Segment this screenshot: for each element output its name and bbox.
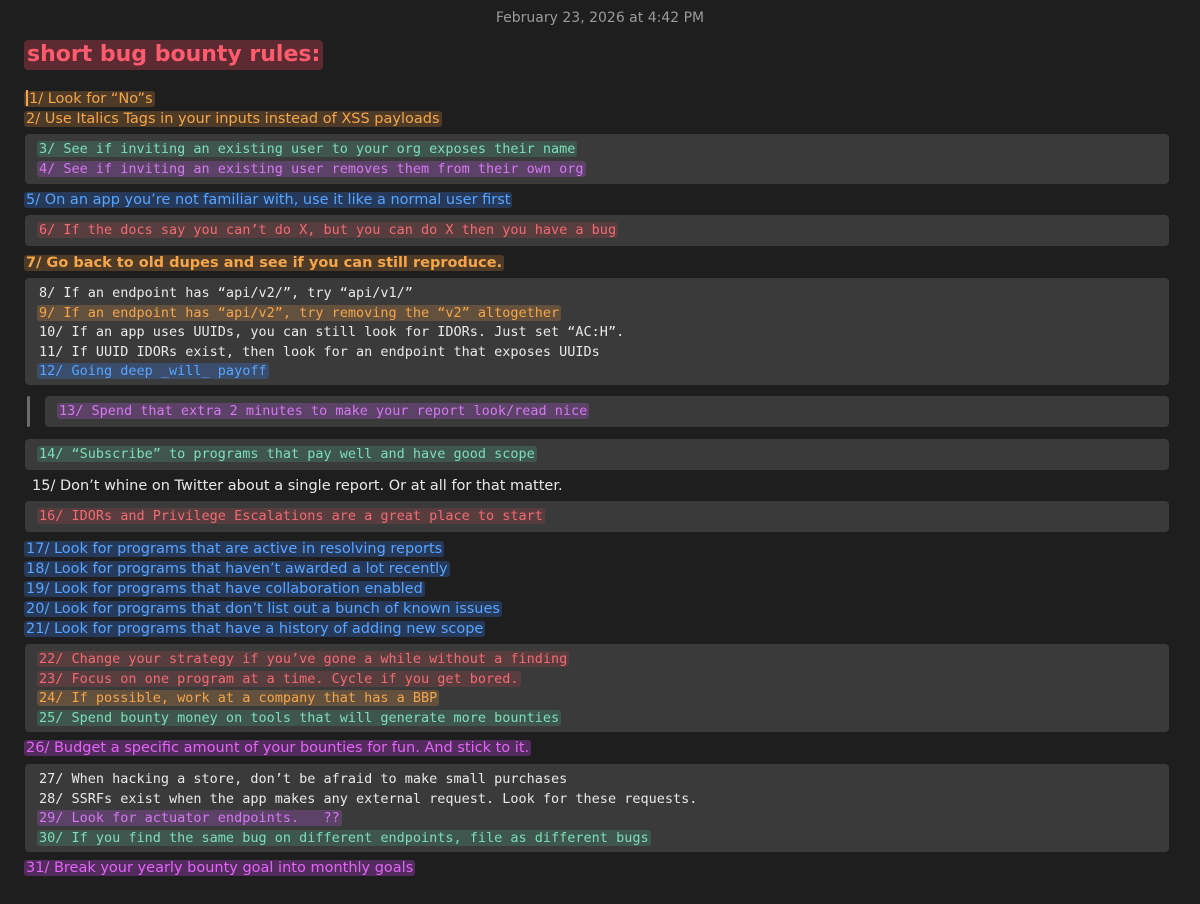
code-block-7[interactable]: 22/ Change your strategy if you’ve gone …: [25, 644, 1169, 732]
line-text: 15/ Don’t whine on Twitter about a singl…: [32, 478, 563, 494]
code-block-1[interactable]: 3/ See if inviting an existing user to y…: [25, 134, 1169, 184]
note-line-2[interactable]: 2/ Use Italics Tags in your inputs inste…: [24, 109, 442, 129]
code-line-30: 30/ If you find the same bug on differen…: [37, 829, 651, 846]
code-block-4[interactable]: 13/ Spend that extra 2 minutes to make y…: [45, 396, 1169, 427]
line-text: 17/ Look for programs that are active in…: [24, 541, 445, 557]
note-line-17[interactable]: 17/ Look for programs that are active in…: [24, 539, 445, 559]
note-line-21[interactable]: 21/ Look for programs that have a histor…: [24, 619, 486, 639]
note-line-15[interactable]: 15/ Don’t whine on Twitter about a singl…: [30, 476, 565, 496]
code-line-6: 6/ If the docs say you can’t do X, but y…: [37, 222, 619, 238]
code-line-3: 3/ See if inviting an existing user to y…: [37, 141, 578, 157]
note-line-1[interactable]: 1/ Look for “No”s: [24, 89, 155, 109]
code-line-4: 4/ See if inviting an existing user remo…: [37, 160, 586, 177]
code-line-25: 25/ Spend bounty money on tools that wil…: [37, 709, 562, 726]
code-line-24: 24/ If possible, work at a company that …: [37, 690, 440, 706]
text-cursor: [26, 90, 28, 106]
blockquote-bar: [27, 396, 30, 427]
line-text: 19/ Look for programs that have collabor…: [24, 581, 425, 597]
line-text: 20/ Look for programs that don’t list ou…: [24, 601, 502, 617]
code-block-6[interactable]: 16/ IDORs and Privilege Escalations are …: [25, 501, 1169, 532]
code-line-28: 28/ SSRFs exist when the app makes any e…: [39, 790, 698, 807]
code-block-3[interactable]: 8/ If an endpoint has “api/v2/”, try “ap…: [25, 278, 1169, 385]
code-line-12: 12/ Going deep _will_ payoff: [37, 363, 269, 379]
code-line-10: 10/ If an app uses UUIDs, you can still …: [39, 324, 625, 340]
line-text: 5/ On an app you’re not familiar with, u…: [24, 192, 513, 208]
line-text: 31/ Break your yearly bounty goal into m…: [24, 860, 416, 876]
code-line-11: 11/ If UUID IDORs exist, then look for a…: [39, 343, 600, 360]
note-title[interactable]: short bug bounty rules:: [24, 40, 324, 70]
note-line-19[interactable]: 19/ Look for programs that have collabor…: [24, 579, 425, 599]
code-block-2[interactable]: 6/ If the docs say you can’t do X, but y…: [25, 215, 1169, 246]
code-line-22: 22/ Change your strategy if you’ve gone …: [37, 651, 570, 667]
note-line-26[interactable]: 26/ Budget a specific amount of your bou…: [24, 738, 532, 758]
note-line-7[interactable]: 7/ Go back to old dupes and see if you c…: [24, 253, 505, 273]
code-line-8: 8/ If an endpoint has “api/v2/”, try “ap…: [39, 285, 413, 301]
code-line-14: 14/ “Subscribe” to programs that pay wel…: [37, 446, 537, 462]
code-line-29: 29/ Look for actuator endpoints. ??: [37, 810, 342, 826]
line-text: 26/ Budget a specific amount of your bou…: [24, 740, 532, 756]
note-line-18[interactable]: 18/ Look for programs that haven’t award…: [24, 559, 450, 579]
note-timestamp: February 23, 2026 at 4:42 PM: [495, 10, 705, 26]
note-line-5[interactable]: 5/ On an app you’re not familiar with, u…: [24, 190, 513, 210]
code-line-9: 9/ If an endpoint has “api/v2”, try remo…: [37, 304, 562, 321]
note-line-31[interactable]: 31/ Break your yearly bounty goal into m…: [24, 858, 416, 878]
line-text: 1/ Look for “No”s: [29, 91, 153, 107]
code-line-13: 13/ Spend that extra 2 minutes to make y…: [57, 403, 590, 419]
code-block-5[interactable]: 14/ “Subscribe” to programs that pay wel…: [25, 439, 1169, 470]
line-text: 7/ Go back to old dupes and see if you c…: [24, 255, 505, 271]
code-line-27: 27/ When hacking a store, don’t be afrai…: [39, 771, 568, 787]
line-text: 21/ Look for programs that have a histor…: [24, 621, 486, 637]
note-line-20[interactable]: 20/ Look for programs that don’t list ou…: [24, 599, 502, 619]
line-text: 2/ Use Italics Tags in your inputs inste…: [24, 111, 442, 127]
line-text: 18/ Look for programs that haven’t award…: [24, 561, 450, 577]
code-line-16: 16/ IDORs and Privilege Escalations are …: [37, 508, 545, 524]
code-line-23: 23/ Focus on one program at a time. Cycl…: [37, 670, 521, 687]
code-block-8[interactable]: 27/ When hacking a store, don’t be afrai…: [25, 764, 1169, 852]
